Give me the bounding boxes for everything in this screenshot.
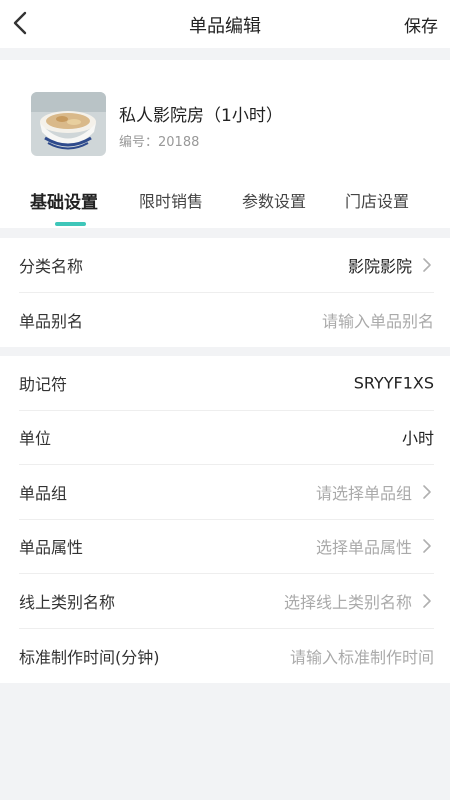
item-attributes-select[interactable]: 选择单品属性 [316,534,412,558]
tab-store-settings[interactable]: 门店设置 [345,188,409,212]
online-category-label: 线上类别名称 [19,592,116,612]
row-category-name[interactable]: 分类名称 影院影院 [19,238,434,293]
item-group-label: 单品组 [19,483,68,503]
row-unit[interactable]: 单位 小时 [19,411,434,465]
mnemonic-value[interactable]: SRYYF1XS [354,373,434,392]
chevron-right-icon [423,539,431,554]
alias-label: 单品别名 [19,311,84,331]
category-name-label: 分类名称 [19,256,84,276]
row-standard-prep-time[interactable]: 标准制作时间(分钟) 请输入标准制作时间 [19,629,434,684]
page-title: 单品编辑 [189,16,261,37]
product-name: 私人影院房（1小时） [119,106,283,126]
alias-input[interactable]: 请输入单品别名 [322,308,434,332]
tab-parameter-settings[interactable]: 参数设置 [242,188,306,212]
row-item-group[interactable]: 单品组 请选择单品组 [19,465,434,520]
category-name-value: 影院影院 [347,256,412,276]
product-card: 私人影院房（1小时） 编号：20188 基础设置 限时销售 参数设置 门店设置 [0,60,450,228]
item-attributes-label: 单品属性 [19,538,84,558]
online-category-select[interactable]: 选择线上类别名称 [284,589,412,613]
chevron-right-icon [423,257,431,272]
form-group-details: 助记符 SRYYF1XS 单位 小时 单品组 请选择单品组 单品属性 选择单品属… [0,356,450,683]
product-image [31,92,106,156]
row-item-attributes[interactable]: 单品属性 选择单品属性 [19,520,434,574]
row-mnemonic[interactable]: 助记符 SRYYF1XS [19,356,434,411]
chevron-right-icon [423,484,431,499]
product-code: 编号：20188 [119,135,200,150]
row-online-category[interactable]: 线上类别名称 选择线上类别名称 [19,574,434,629]
chevron-right-icon [423,593,431,608]
active-tab-indicator [55,222,86,226]
nav-bar: 单品编辑 保存 [0,0,450,48]
row-alias[interactable]: 单品别名 请输入单品别名 [19,293,434,348]
tab-basic-settings[interactable]: 基础设置 [30,188,98,213]
standard-prep-time-label: 标准制作时间(分钟) [19,647,160,667]
tab-limited-sale[interactable]: 限时销售 [139,188,203,212]
tab-bar: 基础设置 限时销售 参数设置 门店设置 [0,188,450,228]
save-button[interactable]: 保存 [404,12,438,37]
form-group-category: 分类名称 影院影院 单品别名 请输入单品别名 [0,238,450,347]
standard-prep-time-input[interactable]: 请输入标准制作时间 [290,644,434,668]
mnemonic-label: 助记符 [19,374,68,394]
unit-value[interactable]: 小时 [402,425,434,449]
item-group-select[interactable]: 请选择单品组 [316,480,412,504]
unit-label: 单位 [19,429,52,449]
